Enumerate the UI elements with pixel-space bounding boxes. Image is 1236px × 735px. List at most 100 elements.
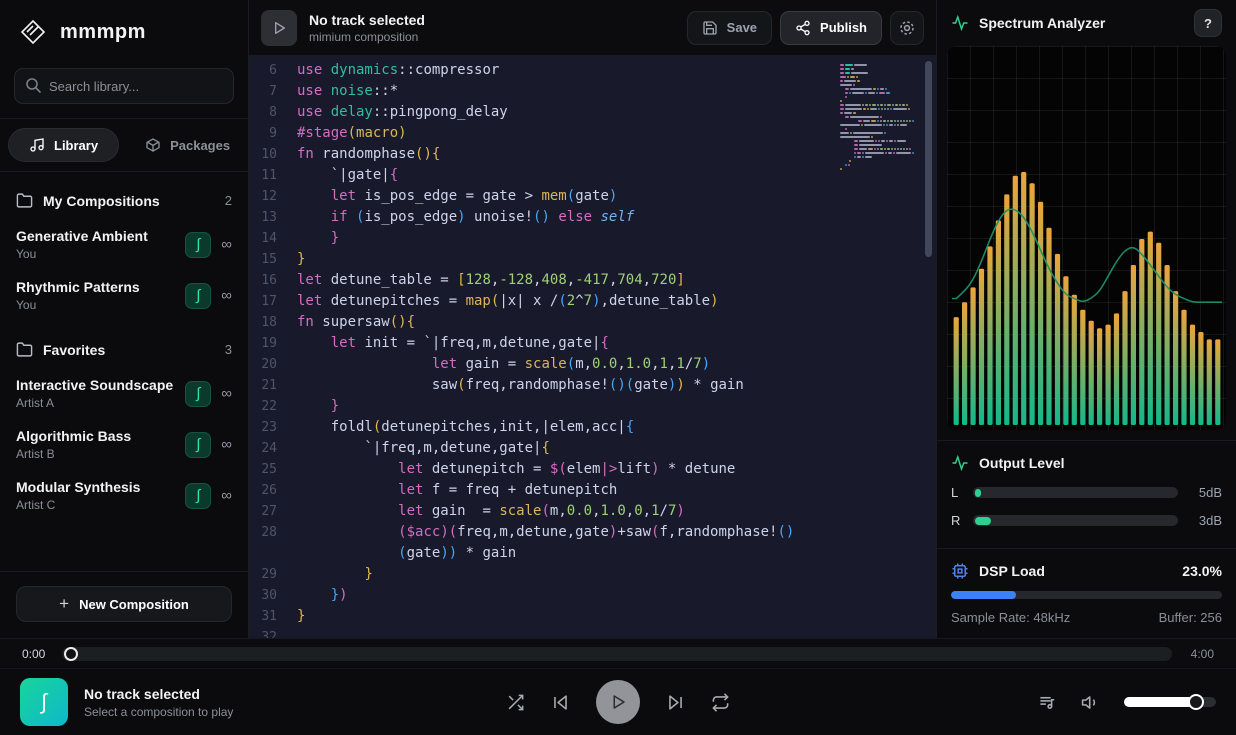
logo-row: mmmpm: [0, 0, 248, 64]
shuffle-icon: [506, 693, 525, 712]
editor-pane: No track selected mimium composition Sav…: [248, 0, 936, 638]
sidebar-tabs: Library Packages: [0, 118, 248, 172]
play-icon: [271, 20, 287, 36]
save-icon: [702, 20, 718, 36]
folder-icon: [16, 192, 33, 209]
composition-item[interactable]: Interactive Soundscape Artist A ∫ ∞: [0, 368, 248, 419]
composition-item[interactable]: Rhythmic Patterns You ∫ ∞: [0, 270, 248, 321]
dsp-load-title: DSP Load: [979, 563, 1045, 579]
timeline-track[interactable]: [62, 647, 1172, 661]
player-bar: ∫ No track selected Select a composition…: [0, 668, 1236, 735]
meter-right-value: 3dB: [1188, 513, 1222, 528]
meter-left-value: 5dB: [1188, 485, 1222, 500]
next-track-button[interactable]: [666, 693, 685, 712]
minimap[interactable]: [840, 64, 910, 176]
composition-title: Interactive Soundscape: [16, 377, 185, 393]
save-button[interactable]: Save: [687, 11, 772, 45]
composition-item[interactable]: Generative Ambient You ∫ ∞: [0, 219, 248, 270]
app-name: mmmpm: [60, 21, 146, 44]
app-logo-icon: [18, 17, 48, 47]
playlist-icon: [1038, 693, 1057, 712]
meter-right: R 3dB: [951, 513, 1222, 528]
composition-title: Modular Synthesis: [16, 479, 185, 495]
waveform-icon: [951, 454, 969, 472]
now-playing-art: ∫: [20, 678, 68, 726]
editor-track-subtitle: mimium composition: [309, 30, 425, 44]
section-favorites: Favorites 3: [0, 321, 248, 368]
meter-right-track: [973, 515, 1178, 526]
repeat-icon: [711, 693, 730, 712]
editor-scrollbar[interactable]: [925, 61, 932, 257]
repeat-button[interactable]: [711, 693, 730, 712]
settings-button[interactable]: [890, 11, 924, 45]
timeline-scrubber-handle[interactable]: [64, 647, 78, 661]
infinity-icon: ∞: [221, 287, 232, 304]
mimium-badge-icon: ∫: [185, 432, 211, 458]
composition-author: Artist A: [16, 396, 185, 410]
meter-right-label: R: [951, 513, 963, 528]
new-composition-label: New Composition: [79, 597, 189, 612]
track-thumbnail-play[interactable]: [261, 10, 297, 46]
output-level-section: Output Level L 5dB R 3dB: [937, 440, 1236, 538]
tab-library-label: Library: [54, 138, 98, 153]
composition-author: Artist C: [16, 498, 185, 512]
dsp-load-bar: [951, 591, 1222, 599]
now-playing-title: No track selected: [84, 686, 233, 702]
meter-right-fill: [975, 517, 991, 525]
mimium-badge-icon: ∫: [185, 283, 211, 309]
skip-forward-icon: [666, 693, 685, 712]
publish-button[interactable]: Publish: [780, 11, 882, 45]
play-icon: [609, 693, 627, 711]
now-playing-subtitle: Select a composition to play: [84, 705, 233, 719]
new-composition-button[interactable]: + New Composition: [16, 586, 232, 622]
section-title: My Compositions: [43, 193, 160, 209]
meter-left-label: L: [951, 485, 963, 500]
spectrum-chart: [952, 53, 1222, 425]
timeline-total-time: 4:00: [1182, 647, 1214, 661]
composition-item[interactable]: Modular Synthesis Artist C ∫ ∞: [0, 470, 248, 521]
buffer-label: Buffer: 256: [1159, 610, 1222, 625]
help-button[interactable]: ?: [1194, 9, 1222, 37]
timeline-current-time: 0:00: [22, 647, 52, 661]
search-input[interactable]: [14, 68, 234, 104]
tab-library[interactable]: Library: [8, 128, 119, 162]
output-level-title: Output Level: [979, 455, 1065, 471]
meter-left: L 5dB: [951, 485, 1222, 500]
play-button[interactable]: [596, 680, 640, 724]
transport-controls: [506, 680, 730, 724]
composition-item[interactable]: Algorithmic Bass Artist B ∫ ∞: [0, 419, 248, 470]
volume-fill: [1124, 697, 1196, 707]
section-title: Favorites: [43, 342, 105, 358]
plus-icon: +: [59, 594, 69, 614]
infinity-icon: ∞: [221, 385, 232, 402]
save-label: Save: [727, 20, 757, 35]
analysis-panel: Spectrum Analyzer ? Output Level L: [936, 0, 1236, 638]
infinity-icon: ∞: [221, 487, 232, 504]
editor-header: No track selected mimium composition Sav…: [249, 0, 936, 56]
shuffle-button[interactable]: [506, 693, 525, 712]
spectrum-analyzer: [947, 46, 1226, 430]
composition-title: Rhythmic Patterns: [16, 279, 185, 295]
music-note-icon: [29, 137, 45, 153]
sample-rate-label: Sample Rate: 48kHz: [951, 610, 1070, 625]
code-editor[interactable]: 6use dynamics::compressor7use noise::*8u…: [249, 56, 936, 638]
previous-track-button[interactable]: [551, 693, 570, 712]
section-count: 2: [225, 193, 232, 208]
infinity-icon: ∞: [221, 236, 232, 253]
tab-packages[interactable]: Packages: [125, 129, 248, 161]
composition-author: You: [16, 247, 185, 261]
volume-button[interactable]: [1081, 693, 1100, 712]
meter-left-fill: [975, 489, 981, 497]
dsp-load-fill: [951, 591, 1016, 599]
queue-button[interactable]: [1038, 693, 1057, 712]
infinity-icon: ∞: [221, 436, 232, 453]
composition-author: You: [16, 298, 185, 312]
package-icon: [145, 137, 161, 153]
composition-title: Algorithmic Bass: [16, 428, 185, 444]
composition-title: Generative Ambient: [16, 228, 185, 244]
section-count: 3: [225, 342, 232, 357]
timeline-bar: 0:00 4:00: [0, 638, 1236, 668]
publish-label: Publish: [820, 20, 867, 35]
volume-slider[interactable]: [1124, 697, 1216, 707]
volume-knob[interactable]: [1188, 694, 1204, 710]
